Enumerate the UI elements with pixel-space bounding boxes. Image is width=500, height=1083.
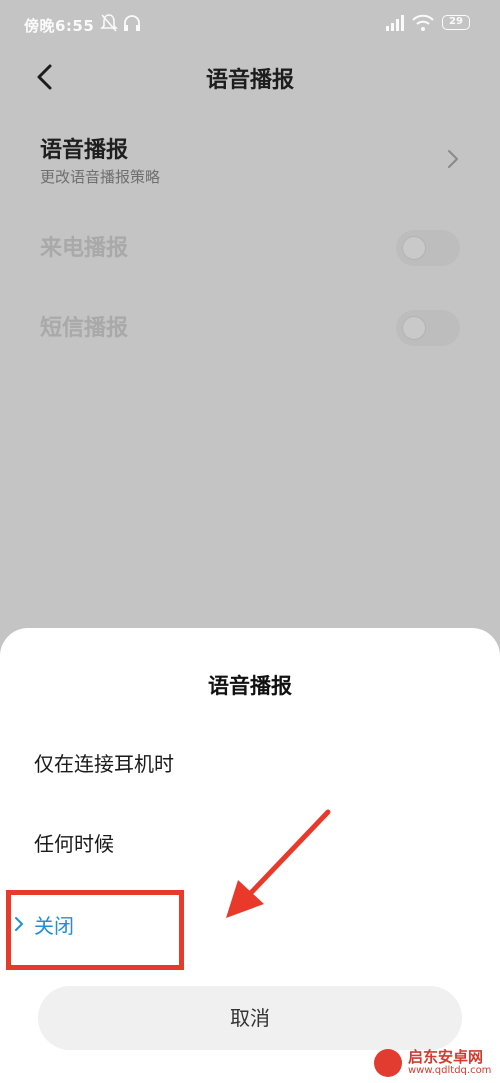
annotation-highlight-box — [6, 890, 184, 970]
status-time: 傍晚6:55 — [24, 17, 95, 35]
wifi-icon — [412, 14, 434, 31]
option-always[interactable]: 任何时候 — [34, 828, 114, 857]
page-title: 语音播报 — [205, 68, 294, 93]
voice-broadcast-subtitle: 更改语音播报策略 — [40, 168, 161, 186]
call-broadcast-row: 来电播报 — [40, 230, 460, 270]
battery-icon: 29 — [442, 15, 470, 30]
sheet-title: 语音播报 — [208, 674, 292, 698]
watermark-logo — [374, 1049, 402, 1077]
sms-broadcast-row: 短信播报 — [40, 310, 460, 350]
toggle-knob — [402, 236, 426, 260]
option-headphones-only[interactable]: 仅在连接耳机时 — [34, 748, 174, 777]
headset-icon — [124, 15, 140, 31]
annotation-arrow — [226, 809, 331, 918]
cancel-button[interactable]: 取消 — [38, 986, 462, 1050]
call-broadcast-toggle[interactable] — [396, 230, 460, 266]
toggle-knob — [402, 316, 426, 340]
watermark-url: www.qdltdq.com — [408, 1065, 492, 1076]
watermark: 启东安卓网 www.qdltdq.com — [370, 1046, 500, 1080]
watermark-name: 启东安卓网 — [408, 1048, 484, 1066]
chevron-right-icon — [448, 150, 458, 168]
signal-icon — [386, 15, 404, 31]
nav-bar: 语音播报 — [0, 52, 500, 100]
voice-broadcast-row[interactable]: 语音播报 更改语音播报策略 — [40, 132, 460, 192]
sms-broadcast-toggle[interactable] — [396, 310, 460, 346]
status-bar: 傍晚6:55 29 — [0, 0, 500, 52]
bell-off-icon — [100, 14, 118, 32]
voice-broadcast-title: 语音播报 — [40, 138, 129, 163]
